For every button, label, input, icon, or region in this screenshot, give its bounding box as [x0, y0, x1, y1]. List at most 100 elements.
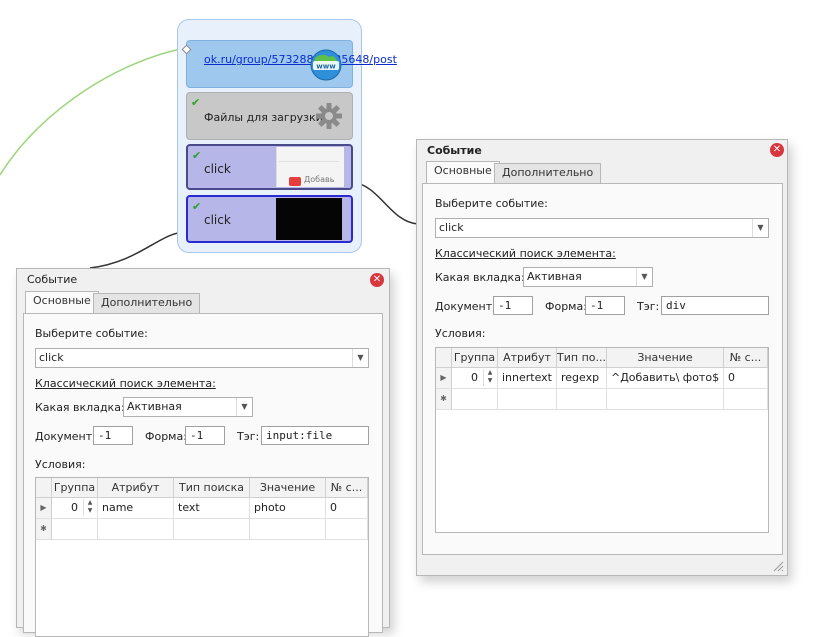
- form-field[interactable]: -1: [185, 426, 225, 445]
- new-row-cell[interactable]: [724, 389, 768, 410]
- column-header[interactable]: Тип поиска: [174, 478, 250, 498]
- event-label: Выберите событие:: [35, 327, 148, 340]
- resize-grip-icon[interactable]: [772, 560, 784, 572]
- close-icon[interactable]: ✕: [370, 273, 384, 287]
- column-header[interactable]: Значение: [250, 478, 326, 498]
- tag-label: Тэг:: [237, 430, 260, 443]
- click-node-2[interactable]: ✔ click: [186, 195, 353, 243]
- click-node-1[interactable]: ✔ click Добавь: [186, 144, 353, 190]
- spinner-icon[interactable]: ▲ ▼: [83, 499, 96, 516]
- www-globe-icon: www: [310, 49, 342, 81]
- table-corner: [36, 478, 52, 498]
- row-pointer-icon[interactable]: ▶: [36, 498, 52, 519]
- connector-to-left-dialog: [89, 231, 187, 269]
- conditions-table[interactable]: Группа Атрибут Тип поиска Значение № с..…: [35, 477, 369, 637]
- table-cell-attr[interactable]: name: [98, 498, 174, 519]
- camera-icon: [289, 177, 301, 186]
- event-select[interactable]: click ▼: [435, 218, 769, 238]
- new-row-icon[interactable]: ✱: [436, 389, 452, 410]
- row-pointer-icon[interactable]: ▶: [436, 368, 452, 389]
- new-row-cell[interactable]: [98, 519, 174, 540]
- document-field[interactable]: -1: [93, 426, 133, 445]
- new-row-cell[interactable]: [174, 519, 250, 540]
- chevron-down-icon[interactable]: ▼: [352, 349, 368, 367]
- node-group[interactable]: ok.ru/group/57328848535648/post www ✔ Фа…: [177, 19, 397, 253]
- thumbnail-bar: [279, 161, 339, 162]
- check-icon: ✔: [191, 96, 201, 109]
- spinner-icon[interactable]: ▲ ▼: [483, 369, 496, 386]
- event-dialog-right: Событие ✕ Основные Дополнительно Выберит…: [416, 139, 788, 576]
- thumbnail-text: Добавь: [304, 175, 335, 184]
- tab-which-value: Активная: [127, 400, 182, 413]
- conditions-label: Условия:: [35, 458, 86, 471]
- new-row-cell[interactable]: [557, 389, 607, 410]
- tag-field[interactable]: input:file: [261, 426, 369, 445]
- event-dialog-left: Событие ✕ Основные Дополнительно Выберит…: [16, 268, 390, 637]
- document-label: Документ:: [435, 300, 496, 313]
- column-header[interactable]: Группа: [52, 478, 98, 498]
- classic-search-label: Классический поиск элемента:: [435, 247, 616, 260]
- column-header[interactable]: № с...: [326, 478, 368, 498]
- table-cell-attr[interactable]: innertext: [498, 368, 557, 389]
- event-label: Выберите событие:: [435, 197, 548, 210]
- tab-additional[interactable]: Дополнительно: [93, 293, 201, 313]
- new-row-cell[interactable]: [250, 519, 326, 540]
- new-row-cell[interactable]: [607, 389, 724, 410]
- dialog-title: Событие: [27, 273, 78, 286]
- element-thumbnail: Добавь: [276, 147, 344, 187]
- form-label: Форма:: [545, 300, 587, 313]
- table-cell-value[interactable]: ^Добавить\ фото$: [607, 368, 724, 389]
- column-header[interactable]: Атрибут: [98, 478, 174, 498]
- tab-which-label: Какая вкладка:: [35, 401, 125, 414]
- event-select[interactable]: click ▼: [35, 348, 369, 368]
- table-cell-group[interactable]: 0 ▲ ▼: [52, 498, 98, 519]
- tab-which-select[interactable]: Активная ▼: [123, 397, 253, 417]
- new-row-icon[interactable]: ✱: [36, 519, 52, 540]
- tab-which-select[interactable]: Активная ▼: [523, 267, 653, 287]
- url-node[interactable]: ok.ru/group/57328848535648/post www: [186, 40, 397, 88]
- close-icon[interactable]: ✕: [770, 143, 784, 157]
- group-value: 0: [471, 371, 478, 384]
- tag-field[interactable]: div: [661, 296, 769, 315]
- click-node-label: click: [204, 162, 231, 176]
- url-link[interactable]: ok.ru/group/57328848535648/post: [204, 53, 397, 67]
- chevron-down-icon[interactable]: ▼: [752, 219, 768, 237]
- column-header[interactable]: Атрибут: [498, 348, 557, 368]
- table-corner: [436, 348, 452, 368]
- new-row-cell[interactable]: [452, 389, 498, 410]
- document-field[interactable]: -1: [493, 296, 533, 315]
- tab-which-label: Какая вкладка:: [435, 271, 525, 284]
- new-row-cell[interactable]: [498, 389, 557, 410]
- table-cell-num[interactable]: 0: [724, 368, 768, 389]
- table-cell-type[interactable]: regexp: [557, 368, 607, 389]
- element-thumbnail: [276, 198, 342, 240]
- chevron-down-icon[interactable]: ▼: [236, 398, 252, 416]
- table-cell-value[interactable]: photo: [250, 498, 326, 519]
- tab-main[interactable]: Основные: [426, 161, 500, 183]
- column-header[interactable]: Группа: [452, 348, 498, 368]
- conditions-table[interactable]: Группа Атрибут Тип по... Значение № с...…: [435, 347, 769, 533]
- new-row-cell[interactable]: [52, 519, 98, 540]
- table-cell-num[interactable]: 0: [326, 498, 368, 519]
- check-icon: ✔: [192, 200, 202, 213]
- tab-panel: Выберите событие: click ▼ Классический п…: [422, 183, 783, 555]
- tab-additional[interactable]: Дополнительно: [494, 163, 602, 183]
- green-connector: [0, 47, 187, 176]
- form-field[interactable]: -1: [585, 296, 625, 315]
- classic-search-label: Классический поиск элемента:: [35, 377, 216, 390]
- tag-label: Тэг:: [637, 300, 660, 313]
- document-label: Документ:: [35, 430, 96, 443]
- column-header[interactable]: Значение: [607, 348, 724, 368]
- table-cell-group[interactable]: 0 ▲ ▼: [452, 368, 498, 389]
- gear-icon: [316, 103, 342, 129]
- column-header[interactable]: Тип по...: [557, 348, 607, 368]
- table-cell-type[interactable]: text: [174, 498, 250, 519]
- files-node[interactable]: ✔ Файлы для загрузки: [186, 92, 353, 140]
- click-node-label: click: [204, 213, 231, 227]
- new-row-cell[interactable]: [326, 519, 368, 540]
- group-value: 0: [71, 501, 78, 514]
- chevron-down-icon[interactable]: ▼: [636, 268, 652, 286]
- column-header[interactable]: № с...: [724, 348, 768, 368]
- tab-main[interactable]: Основные: [25, 291, 99, 313]
- form-label: Форма:: [145, 430, 187, 443]
